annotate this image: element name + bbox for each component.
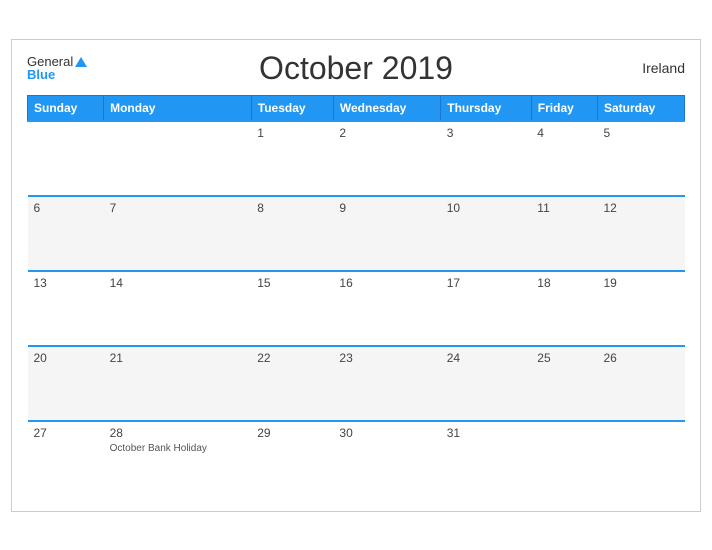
calendar-day-cell: 23: [333, 346, 440, 421]
logo: General Blue: [27, 55, 87, 81]
day-number: 2: [339, 126, 434, 140]
day-number: 9: [339, 201, 434, 215]
calendar-day-cell: 18: [531, 271, 597, 346]
calendar-day-cell: 19: [598, 271, 685, 346]
calendar-day-cell: [598, 421, 685, 496]
day-number: 27: [34, 426, 98, 440]
calendar-day-cell: 24: [441, 346, 532, 421]
calendar-day-cell: 1: [251, 121, 333, 196]
day-number: 11: [537, 201, 591, 215]
calendar-week-row: 13 14 15 16 17 18 19: [28, 271, 685, 346]
day-number: 5: [604, 126, 679, 140]
day-number: 12: [604, 201, 679, 215]
calendar-container: General Blue October 2019 Ireland Sunday…: [11, 39, 701, 512]
calendar-day-cell: 16: [333, 271, 440, 346]
day-number: 20: [34, 351, 98, 365]
calendar-day-cell: 11: [531, 196, 597, 271]
calendar-day-cell: [104, 121, 252, 196]
calendar-day-cell: 15: [251, 271, 333, 346]
calendar-day-cell: 6: [28, 196, 104, 271]
calendar-day-cell: 31: [441, 421, 532, 496]
calendar-day-cell: 2: [333, 121, 440, 196]
day-number: 6: [34, 201, 98, 215]
day-number: 31: [447, 426, 526, 440]
header-monday: Monday: [104, 95, 252, 121]
calendar-day-cell: 28 October Bank Holiday: [104, 421, 252, 496]
calendar-day-cell: 30: [333, 421, 440, 496]
calendar-day-cell: 29: [251, 421, 333, 496]
day-number: 24: [447, 351, 526, 365]
day-number: 18: [537, 276, 591, 290]
day-number: 3: [447, 126, 526, 140]
calendar-header: General Blue October 2019 Ireland: [27, 50, 685, 87]
calendar-day-cell: [531, 421, 597, 496]
calendar-day-cell: 22: [251, 346, 333, 421]
day-number: 17: [447, 276, 526, 290]
calendar-day-cell: 25: [531, 346, 597, 421]
country-label: Ireland: [642, 60, 685, 76]
calendar-week-row: 12345: [28, 121, 685, 196]
day-number: 26: [604, 351, 679, 365]
calendar-title: October 2019: [259, 50, 453, 87]
calendar-grid: Sunday Monday Tuesday Wednesday Thursday…: [27, 95, 685, 496]
calendar-day-cell: 10: [441, 196, 532, 271]
day-number: 25: [537, 351, 591, 365]
calendar-day-cell: 3: [441, 121, 532, 196]
calendar-day-cell: 17: [441, 271, 532, 346]
day-number: 1: [257, 126, 327, 140]
day-number: 8: [257, 201, 327, 215]
holiday-label: October Bank Holiday: [110, 442, 246, 455]
calendar-day-cell: 7: [104, 196, 252, 271]
header-thursday: Thursday: [441, 95, 532, 121]
header-friday: Friday: [531, 95, 597, 121]
calendar-day-cell: 9: [333, 196, 440, 271]
logo-blue-text: Blue: [27, 68, 55, 81]
day-number: 10: [447, 201, 526, 215]
day-number: 29: [257, 426, 327, 440]
calendar-day-cell: [28, 121, 104, 196]
header-wednesday: Wednesday: [333, 95, 440, 121]
day-number: 21: [110, 351, 246, 365]
day-number: 7: [110, 201, 246, 215]
calendar-week-row: 6789 10 11 12: [28, 196, 685, 271]
calendar-day-cell: 14: [104, 271, 252, 346]
calendar-day-cell: 8: [251, 196, 333, 271]
day-number: 22: [257, 351, 327, 365]
day-number: 30: [339, 426, 434, 440]
header-saturday: Saturday: [598, 95, 685, 121]
header-tuesday: Tuesday: [251, 95, 333, 121]
calendar-day-cell: 20: [28, 346, 104, 421]
calendar-day-cell: 4: [531, 121, 597, 196]
day-number: 16: [339, 276, 434, 290]
weekday-header-row: Sunday Monday Tuesday Wednesday Thursday…: [28, 95, 685, 121]
calendar-day-cell: 21: [104, 346, 252, 421]
calendar-week-row: 27 28 October Bank Holiday 29 30 31: [28, 421, 685, 496]
calendar-day-cell: 26: [598, 346, 685, 421]
calendar-day-cell: 13: [28, 271, 104, 346]
day-number: 4: [537, 126, 591, 140]
day-number: 15: [257, 276, 327, 290]
logo-triangle-icon: [75, 57, 87, 67]
day-number: 14: [110, 276, 246, 290]
calendar-day-cell: 5: [598, 121, 685, 196]
calendar-day-cell: 12: [598, 196, 685, 271]
day-number: 28: [110, 426, 246, 440]
day-number: 19: [604, 276, 679, 290]
calendar-day-cell: 27: [28, 421, 104, 496]
calendar-week-row: 20 21 22 23 24 25 26: [28, 346, 685, 421]
header-sunday: Sunday: [28, 95, 104, 121]
day-number: 13: [34, 276, 98, 290]
day-number: 23: [339, 351, 434, 365]
